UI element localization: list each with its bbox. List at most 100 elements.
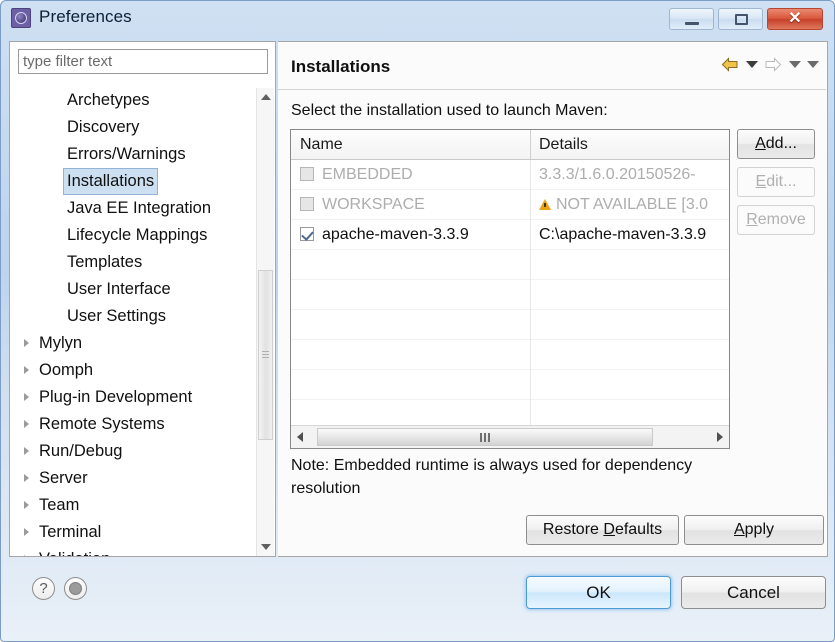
expand-triangle-icon[interactable] bbox=[24, 366, 29, 374]
sidebar-item-archetypes[interactable]: Archetypes bbox=[10, 87, 275, 114]
minimize-icon bbox=[685, 22, 699, 25]
sidebar-item-label: Discovery bbox=[67, 118, 140, 136]
cancel-button[interactable]: Cancel bbox=[681, 576, 826, 609]
sidebar-item-lifecycle-mappings[interactable]: Lifecycle Mappings bbox=[10, 222, 275, 249]
table-header: Name Details bbox=[291, 130, 729, 160]
expand-triangle-icon[interactable] bbox=[24, 501, 29, 509]
header-divider bbox=[278, 89, 826, 90]
sidebar-item-errors-warnings[interactable]: Errors/Warnings bbox=[10, 141, 275, 168]
preferences-dialog: Preferences ✕ Archetypes Discovery Errors/… bbox=[0, 0, 835, 642]
sidebar-item-label: Team bbox=[39, 496, 80, 514]
sidebar-item-server[interactable]: Server bbox=[10, 465, 275, 492]
sidebar-vertical-scrollbar[interactable] bbox=[256, 88, 274, 556]
sidebar-item-label: Oomph bbox=[39, 361, 94, 379]
table-horizontal-scrollbar[interactable] bbox=[291, 425, 729, 448]
maximize-button[interactable] bbox=[718, 8, 763, 30]
row-checkbox[interactable] bbox=[300, 197, 314, 211]
sidebar-item-installations[interactable]: Installations bbox=[10, 168, 275, 195]
table-body: EMBEDDED 3.3.3/1.6.0.20150526- WORKSPACE NO… bbox=[291, 160, 729, 430]
cell-name: apache-maven-3.3.9 bbox=[322, 226, 469, 243]
sidebar-item-team[interactable]: Team bbox=[10, 492, 275, 519]
edit-button: Edit... bbox=[737, 167, 815, 197]
sidebar-item-java-ee-integration[interactable]: Java EE Integration bbox=[10, 195, 275, 222]
chevron-right-icon bbox=[717, 432, 723, 442]
scroll-down-button[interactable] bbox=[257, 538, 274, 556]
restore-defaults-button[interactable]: Restore Defaults bbox=[526, 515, 679, 545]
restore-defaults-label-b: efaults bbox=[614, 521, 663, 538]
preferences-gear-icon bbox=[11, 8, 31, 28]
chevron-left-icon bbox=[297, 432, 303, 442]
row-checkbox[interactable] bbox=[300, 167, 314, 181]
apply-button[interactable]: Apply bbox=[684, 515, 824, 545]
sidebar-item-terminal[interactable]: Terminal bbox=[10, 519, 275, 546]
sidebar-item-run-debug[interactable]: Run/Debug bbox=[10, 438, 275, 465]
remove-button: Remove bbox=[737, 205, 815, 235]
add-button[interactable]: Add... bbox=[737, 129, 815, 159]
sidebar-item-plug-in-development[interactable]: Plug-in Development bbox=[10, 384, 275, 411]
table-row[interactable]: apache-maven-3.3.9 C:\apache-maven-3.3.9 bbox=[291, 220, 729, 250]
sidebar-item-validation[interactable]: Validation bbox=[10, 546, 275, 556]
instruction-label: Select the installation used to launch M… bbox=[291, 102, 608, 119]
expand-triangle-icon[interactable] bbox=[24, 393, 29, 401]
cell-details: C:\apache-maven-3.3.9 bbox=[539, 226, 707, 243]
expand-triangle-icon[interactable] bbox=[24, 420, 29, 428]
cell-name: EMBEDDED bbox=[322, 166, 413, 183]
table-row-empty[interactable] bbox=[291, 250, 729, 280]
scroll-left-button[interactable] bbox=[291, 426, 310, 448]
column-header-details[interactable]: Details bbox=[539, 130, 588, 159]
add-button-label-rest: dd... bbox=[765, 135, 797, 152]
restore-defaults-label-a: Restore bbox=[542, 521, 604, 538]
view-menu-chevron-down-icon[interactable] bbox=[807, 61, 819, 69]
installations-table[interactable]: Name Details EMBEDDED 3.3.3/1.6.0.2015052… bbox=[290, 129, 730, 449]
scroll-right-button[interactable] bbox=[710, 426, 729, 448]
expand-triangle-icon[interactable] bbox=[24, 528, 29, 536]
scroll-up-button[interactable] bbox=[257, 88, 274, 106]
horizontal-scrollbar-thumb[interactable] bbox=[317, 428, 653, 446]
expand-triangle-icon[interactable] bbox=[24, 555, 29, 556]
minimize-button[interactable] bbox=[669, 8, 714, 30]
cell-details: 3.3.3/1.6.0.20150526- bbox=[539, 166, 696, 183]
help-icon[interactable]: ? bbox=[32, 577, 55, 600]
forward-arrow-icon bbox=[764, 57, 782, 72]
sidebar-item-discovery[interactable]: Discovery bbox=[10, 114, 275, 141]
title-bar: Preferences ✕ bbox=[1, 1, 834, 34]
table-row-empty[interactable] bbox=[291, 370, 729, 400]
sidebar-item-templates[interactable]: Templates bbox=[10, 249, 275, 276]
table-row-empty[interactable] bbox=[291, 280, 729, 310]
expand-triangle-icon[interactable] bbox=[24, 447, 29, 455]
expand-triangle-icon[interactable] bbox=[24, 339, 29, 347]
search-input[interactable] bbox=[18, 49, 268, 74]
preferences-sidebar: Archetypes Discovery Errors/Warnings Instal… bbox=[9, 41, 276, 557]
back-history-chevron-down-icon[interactable] bbox=[745, 61, 758, 69]
scrollbar-thumb[interactable] bbox=[258, 270, 273, 440]
back-arrow-icon[interactable] bbox=[721, 57, 739, 72]
forward-history-chevron-down-icon[interactable] bbox=[788, 61, 801, 69]
preferences-tree[interactable]: Archetypes Discovery Errors/Warnings Instal… bbox=[10, 87, 275, 556]
sidebar-item-remote-systems[interactable]: Remote Systems bbox=[10, 411, 275, 438]
table-row-empty[interactable] bbox=[291, 340, 729, 370]
column-header-name[interactable]: Name bbox=[300, 130, 343, 159]
table-row[interactable]: EMBEDDED 3.3.3/1.6.0.20150526- bbox=[291, 160, 729, 190]
chevron-down-icon bbox=[261, 544, 271, 550]
sidebar-item-oomph[interactable]: Oomph bbox=[10, 357, 275, 384]
sidebar-item-mylyn[interactable]: Mylyn bbox=[10, 330, 275, 357]
window-title: Preferences bbox=[39, 7, 132, 26]
sidebar-item-label: Errors/Warnings bbox=[67, 145, 186, 163]
edit-button-label-rest: dit... bbox=[766, 173, 797, 190]
table-row-empty[interactable] bbox=[291, 310, 729, 340]
sidebar-item-label: Server bbox=[39, 469, 88, 487]
table-row[interactable]: WORKSPACE NOT AVAILABLE [3.0 bbox=[291, 190, 729, 220]
cell-details: NOT AVAILABLE [3.0 bbox=[539, 190, 708, 219]
maximize-icon bbox=[735, 14, 748, 25]
close-button[interactable]: ✕ bbox=[767, 8, 823, 30]
info-circle-icon[interactable] bbox=[64, 577, 87, 600]
sidebar-item-label: Plug-in Development bbox=[39, 388, 193, 406]
column-divider bbox=[530, 160, 531, 425]
expand-triangle-icon[interactable] bbox=[24, 474, 29, 482]
row-checkbox[interactable] bbox=[300, 227, 314, 241]
sidebar-item-label: Validation bbox=[39, 546, 110, 556]
ok-button[interactable]: OK bbox=[526, 576, 671, 609]
sidebar-item-user-settings[interactable]: User Settings bbox=[10, 303, 275, 330]
sidebar-item-user-interface[interactable]: User Interface bbox=[10, 276, 275, 303]
sidebar-item-label: Archetypes bbox=[67, 91, 150, 109]
